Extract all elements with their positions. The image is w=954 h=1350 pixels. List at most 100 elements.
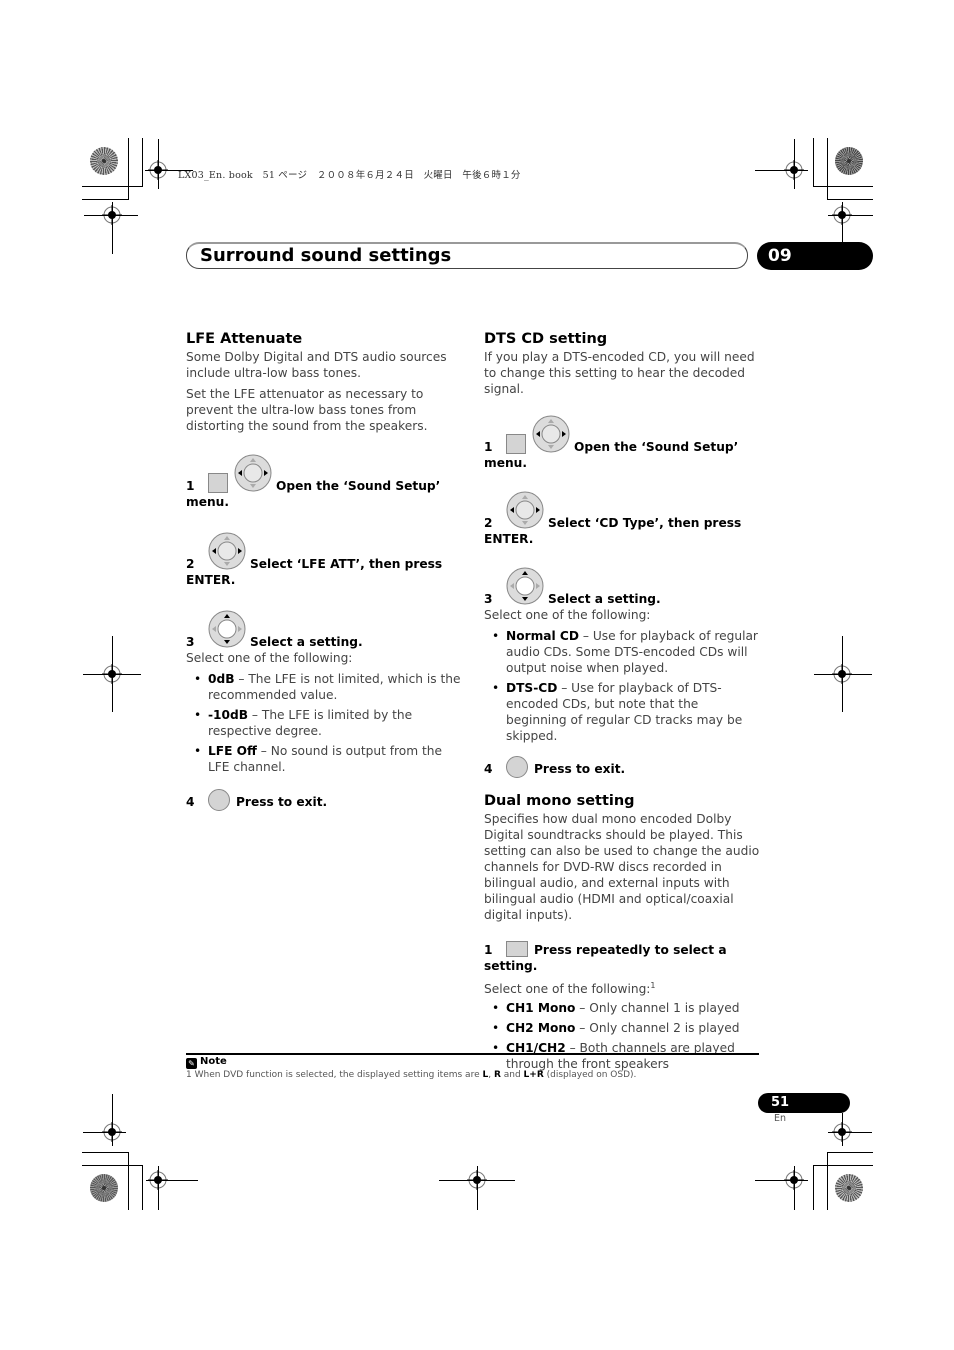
step-number: 4 — [484, 762, 493, 776]
lfe-step-4: 4 Press to exit. — [186, 789, 464, 811]
crop-line — [477, 1166, 478, 1210]
square-button-icon — [506, 434, 526, 454]
crop-line — [158, 139, 159, 189]
crop-line — [755, 1180, 808, 1181]
crop-line — [82, 186, 143, 187]
color-rosette-icon — [90, 1174, 118, 1202]
step-text: Press to exit. — [236, 795, 328, 809]
dts-select-one: Select one of the following: — [484, 608, 651, 622]
crop-line — [814, 674, 872, 675]
pencil-note-icon: ✎ — [186, 1058, 197, 1069]
step-number: 2 — [186, 557, 195, 571]
option-term: CH2 Mono — [506, 1021, 576, 1035]
joystick-left-right-icon — [208, 532, 246, 570]
crop-line — [142, 1165, 143, 1210]
lfe-intro-1: Some Dolby Digital and DTS audio sources… — [186, 350, 447, 380]
list-item: DTS-CD – Use for playback of DTS-encoded… — [492, 680, 762, 744]
page-number: 51 — [771, 1095, 790, 1110]
crop-line — [842, 1113, 843, 1146]
crop-line — [827, 138, 828, 200]
crop-line — [82, 1152, 128, 1153]
dts-options-list: Normal CD – Use for playback of regular … — [484, 628, 762, 744]
crop-line — [827, 199, 873, 200]
step-number: 3 — [484, 592, 493, 606]
crop-line — [813, 138, 814, 186]
option-term: 0dB — [208, 672, 235, 686]
footnote-body: When DVD function is selected, the displ… — [191, 1070, 483, 1080]
crop-line — [142, 138, 143, 186]
lfe-section: LFE Attenuate Some Dolby Digital and DTS… — [186, 330, 464, 811]
crop-line — [112, 636, 113, 712]
step-text: Press to exit. — [534, 762, 626, 776]
lfe-step-2: 2 Select ‘LFE ATT’, then press ENTER. — [186, 532, 464, 588]
round-button-icon — [506, 756, 528, 778]
color-rosette-icon — [835, 1174, 863, 1202]
dual-step-1: 1 Press repeatedly to select a setting. — [484, 941, 762, 974]
crop-line — [794, 139, 795, 189]
crop-line — [112, 1094, 113, 1146]
square-button-icon — [208, 473, 228, 493]
step-text: Select a setting. — [250, 635, 363, 649]
list-item: LFE Off – No sound is output from the LF… — [194, 743, 464, 775]
chapter-number: 09 — [768, 246, 792, 266]
list-item: 0dB – The LFE is not limited, which is t… — [194, 671, 464, 703]
footnote-item: R — [493, 1070, 501, 1080]
crop-line — [828, 1132, 872, 1133]
option-term: -10dB — [208, 708, 249, 722]
lfe-options-list: 0dB – The LFE is not limited, which is t… — [186, 671, 464, 775]
crop-line — [813, 186, 873, 187]
step-number: 3 — [186, 635, 195, 649]
crop-line — [82, 199, 129, 200]
dual-mono-section: Dual mono setting Specifies how dual mon… — [484, 792, 762, 1072]
lfe-select-one: Select one of the following: — [186, 651, 353, 665]
color-rosette-icon — [90, 147, 118, 175]
color-rosette-icon — [835, 147, 863, 175]
crop-line — [828, 215, 873, 216]
dual-options-list: CH1 Mono – Only channel 1 is played CH2 … — [484, 1000, 762, 1072]
note-label: ✎ Note — [186, 1055, 227, 1069]
joystick-up-down-icon — [208, 610, 246, 648]
list-item: -10dB – The LFE is limited by the respec… — [194, 707, 464, 739]
crop-line — [146, 1180, 198, 1181]
crop-line — [842, 202, 843, 244]
step-number: 2 — [484, 516, 493, 530]
crop-line — [128, 138, 129, 200]
step-number: 4 — [186, 795, 195, 809]
dts-step-1: 1 Open the ‘Sound Setup’ menu. — [484, 415, 762, 471]
dual-mono-intro: Specifies how dual mono encoded Dolby Di… — [484, 812, 760, 922]
page-language: En — [774, 1113, 787, 1124]
footnote-ref[interactable]: 1 — [650, 981, 655, 990]
crop-line — [813, 1165, 814, 1210]
dual-select-one: Select one of the following:1 — [484, 978, 762, 997]
list-item: CH1/CH2 – Both channels are played throu… — [492, 1040, 762, 1072]
option-term: Normal CD — [506, 629, 579, 643]
print-header: LX03_En. book 51 ページ ２００８年６月２４日 火曜日 午後６時… — [178, 170, 521, 181]
dts-step-3: 3 Select a setting. — [484, 567, 762, 607]
step-number: 1 — [186, 479, 195, 493]
crop-line — [84, 215, 138, 216]
select-one-text: Select one of the following: — [484, 982, 651, 996]
note-title: Note — [200, 1056, 227, 1067]
option-desc: – The LFE is not limited, which is the r… — [208, 672, 461, 702]
dts-step-2: 2 Select ‘CD Type’, then press ENTER. — [484, 491, 762, 547]
step-number: 1 — [484, 440, 493, 454]
lfe-step-1: 1 Open the ‘Sound Setup’ menu. — [186, 454, 464, 510]
list-item: CH1 Mono – Only channel 1 is played — [492, 1000, 762, 1016]
crop-line — [128, 1152, 129, 1210]
footnote-text: 1 When DVD function is selected, the dis… — [186, 1069, 636, 1081]
joystick-left-right-icon — [234, 454, 272, 492]
section-title: Surround sound settings — [200, 245, 452, 266]
dual-mono-heading: Dual mono setting — [484, 793, 635, 809]
crop-line — [83, 1132, 126, 1133]
crop-line — [813, 1165, 873, 1166]
crop-line — [112, 202, 113, 254]
crop-line — [842, 636, 843, 712]
lfe-step-3: 3 Select a setting. — [186, 610, 464, 650]
dts-step-4: 4 Press to exit. — [484, 756, 762, 778]
list-item: CH2 Mono – Only channel 2 is played — [492, 1020, 762, 1036]
step-number: 1 — [484, 943, 493, 957]
dts-intro: If you play a DTS-encoded CD, you will n… — [484, 350, 755, 396]
option-term: DTS-CD — [506, 681, 558, 695]
dts-heading: DTS CD setting — [484, 331, 608, 347]
crop-line — [82, 1165, 142, 1166]
